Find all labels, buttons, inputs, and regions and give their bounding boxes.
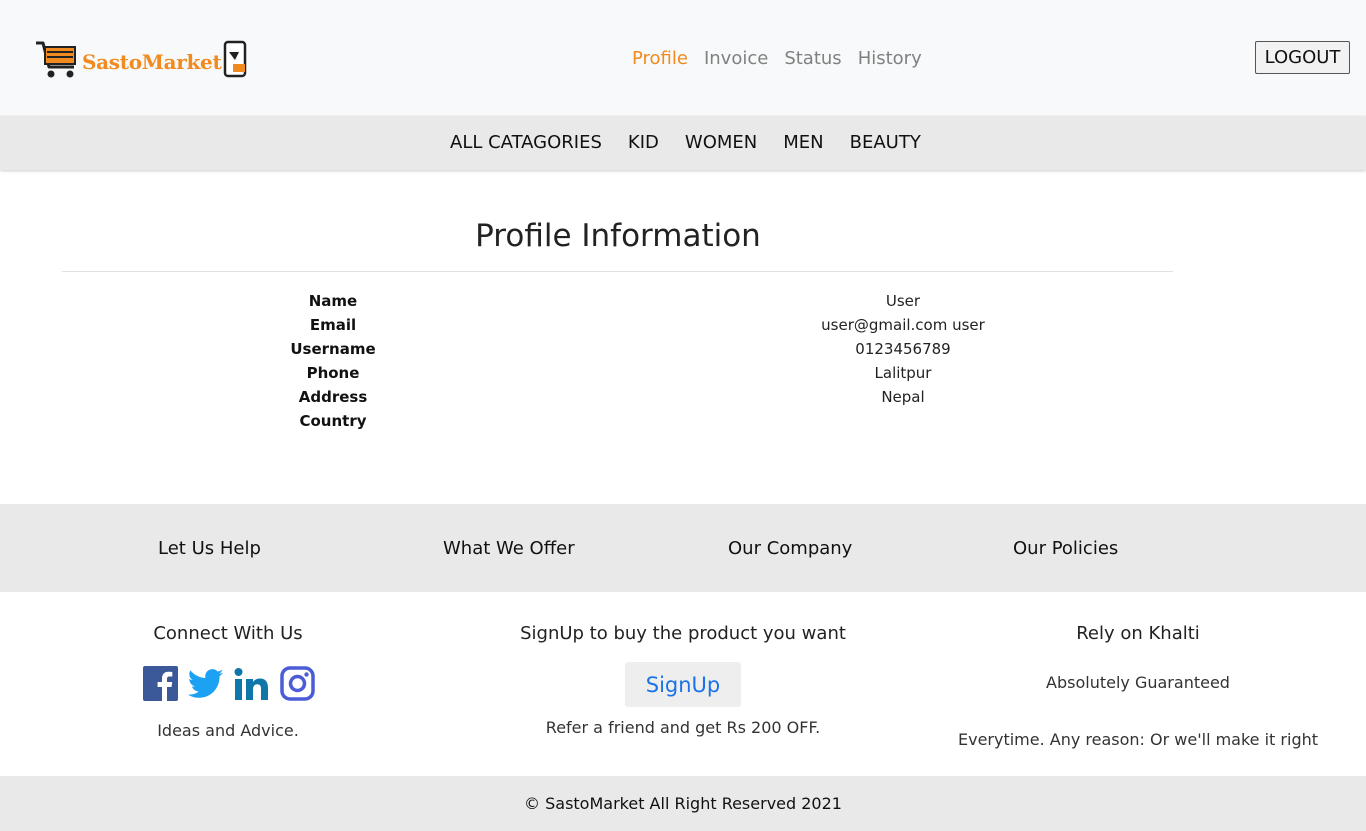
signup-button[interactable]: SignUp <box>625 662 741 707</box>
username-label: Username <box>290 340 376 358</box>
twitter-icon[interactable] <box>187 668 224 704</box>
username-value: 0123456789 <box>855 340 951 358</box>
nav-status-link[interactable]: Status <box>784 47 841 71</box>
copyright-bar: © SastoMarket All Right Reserved 2021 <box>0 776 1366 831</box>
footer-link-offer[interactable]: What We Offer <box>443 538 575 560</box>
linkedin-icon[interactable] <box>234 667 270 705</box>
address-value: Nepal <box>881 388 925 406</box>
connect-tagline: Ideas and Advice. <box>157 721 299 740</box>
khalti-line2: Everytime. Any reason: Or we'll make it … <box>957 730 1319 749</box>
social-icons <box>143 666 315 705</box>
phone-icon <box>221 40 251 84</box>
khalti-title: Rely on Khalti <box>1076 623 1200 644</box>
shopping-cart-icon <box>34 39 80 85</box>
nav-invoice-link[interactable]: Invoice <box>704 47 768 71</box>
category-nav: ALL CATAGORIES KID WOMEN MEN BEAUTY <box>450 131 921 155</box>
email-value: user@gmail.com user <box>821 316 985 334</box>
email-label: Email <box>309 316 357 334</box>
category-men-link[interactable]: MEN <box>783 131 823 155</box>
signup-title: SignUp to buy the product you want <box>520 623 846 644</box>
page-title: Profile Information <box>475 218 761 254</box>
copyright-text: © SastoMarket All Right Reserved 2021 <box>524 794 842 813</box>
footer-link-help[interactable]: Let Us Help <box>158 538 261 560</box>
logout-button[interactable]: LOGOUT <box>1255 41 1350 74</box>
phone-label: Phone <box>306 364 360 382</box>
title-divider <box>62 271 1173 272</box>
category-beauty-link[interactable]: BEAUTY <box>850 131 921 155</box>
name-value: User <box>885 292 921 310</box>
facebook-icon[interactable] <box>143 666 178 705</box>
top-nav: Profile Invoice Status History <box>632 47 922 71</box>
footer-links-bar: Let Us Help What We Offer Our Company Ou… <box>0 504 1366 592</box>
address-label: Address <box>298 388 368 406</box>
category-kid-link[interactable]: KID <box>628 131 659 155</box>
connect-title: Connect With Us <box>153 623 303 644</box>
footer-link-policies[interactable]: Our Policies <box>1013 538 1118 560</box>
brand-logo[interactable]: SastoMarket <box>34 40 251 84</box>
category-all-link[interactable]: ALL CATAGORIES <box>450 131 602 155</box>
brand-name: SastoMarket <box>82 50 222 74</box>
instagram-icon[interactable] <box>280 666 315 705</box>
profile-labels: Name Email Username Phone Address Countr… <box>233 289 433 433</box>
country-label: Country <box>299 412 367 430</box>
category-women-link[interactable]: WOMEN <box>685 131 757 155</box>
name-label: Name <box>308 292 358 310</box>
top-header: SastoMarket Profile Invoice Status Histo… <box>0 0 1366 116</box>
category-bar: ALL CATAGORIES KID WOMEN MEN BEAUTY <box>0 116 1366 170</box>
footer-link-company[interactable]: Our Company <box>728 538 852 560</box>
khalti-line1: Absolutely Guaranteed <box>1046 673 1230 692</box>
phone-value: Lalitpur <box>874 364 932 382</box>
profile-values: User user@gmail.com user 0123456789 Lali… <box>753 289 1053 409</box>
nav-profile-link[interactable]: Profile <box>632 47 688 71</box>
signup-note: Refer a friend and get Rs 200 OFF. <box>545 718 821 737</box>
nav-history-link[interactable]: History <box>858 47 922 71</box>
